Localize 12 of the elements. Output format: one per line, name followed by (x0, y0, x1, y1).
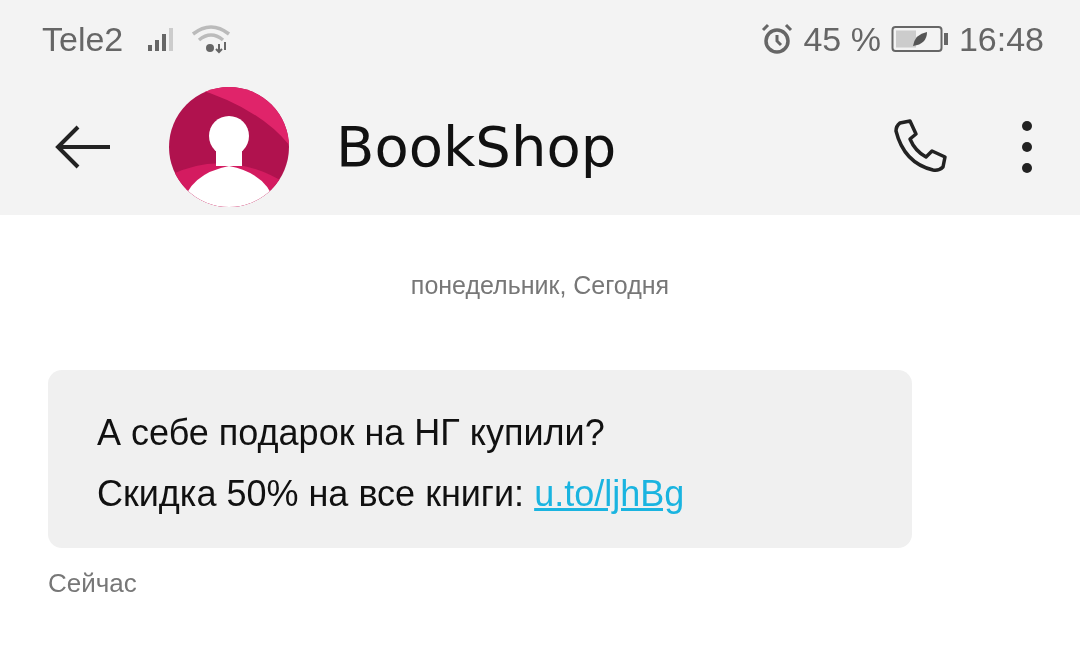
message-link[interactable]: u.to/ljhBg (534, 473, 685, 514)
contact-name: BookShop (336, 114, 617, 179)
battery-icon (890, 24, 949, 54)
message-time: Сейчас (48, 568, 137, 599)
message-bubble: А себе подарок на НГ купили? Скидка 50% на все книги: u.to/ljhBg (48, 370, 912, 548)
date-divider: понедельник, Сегодня (410, 271, 670, 300)
alarm-clock-icon (761, 23, 794, 55)
battery-percent: 45 % (803, 19, 881, 59)
clock-time: 16:48 (958, 19, 1044, 59)
back-button[interactable] (54, 124, 112, 169)
wifi-icon (191, 24, 232, 54)
carrier-name: Tele2 (42, 19, 124, 59)
